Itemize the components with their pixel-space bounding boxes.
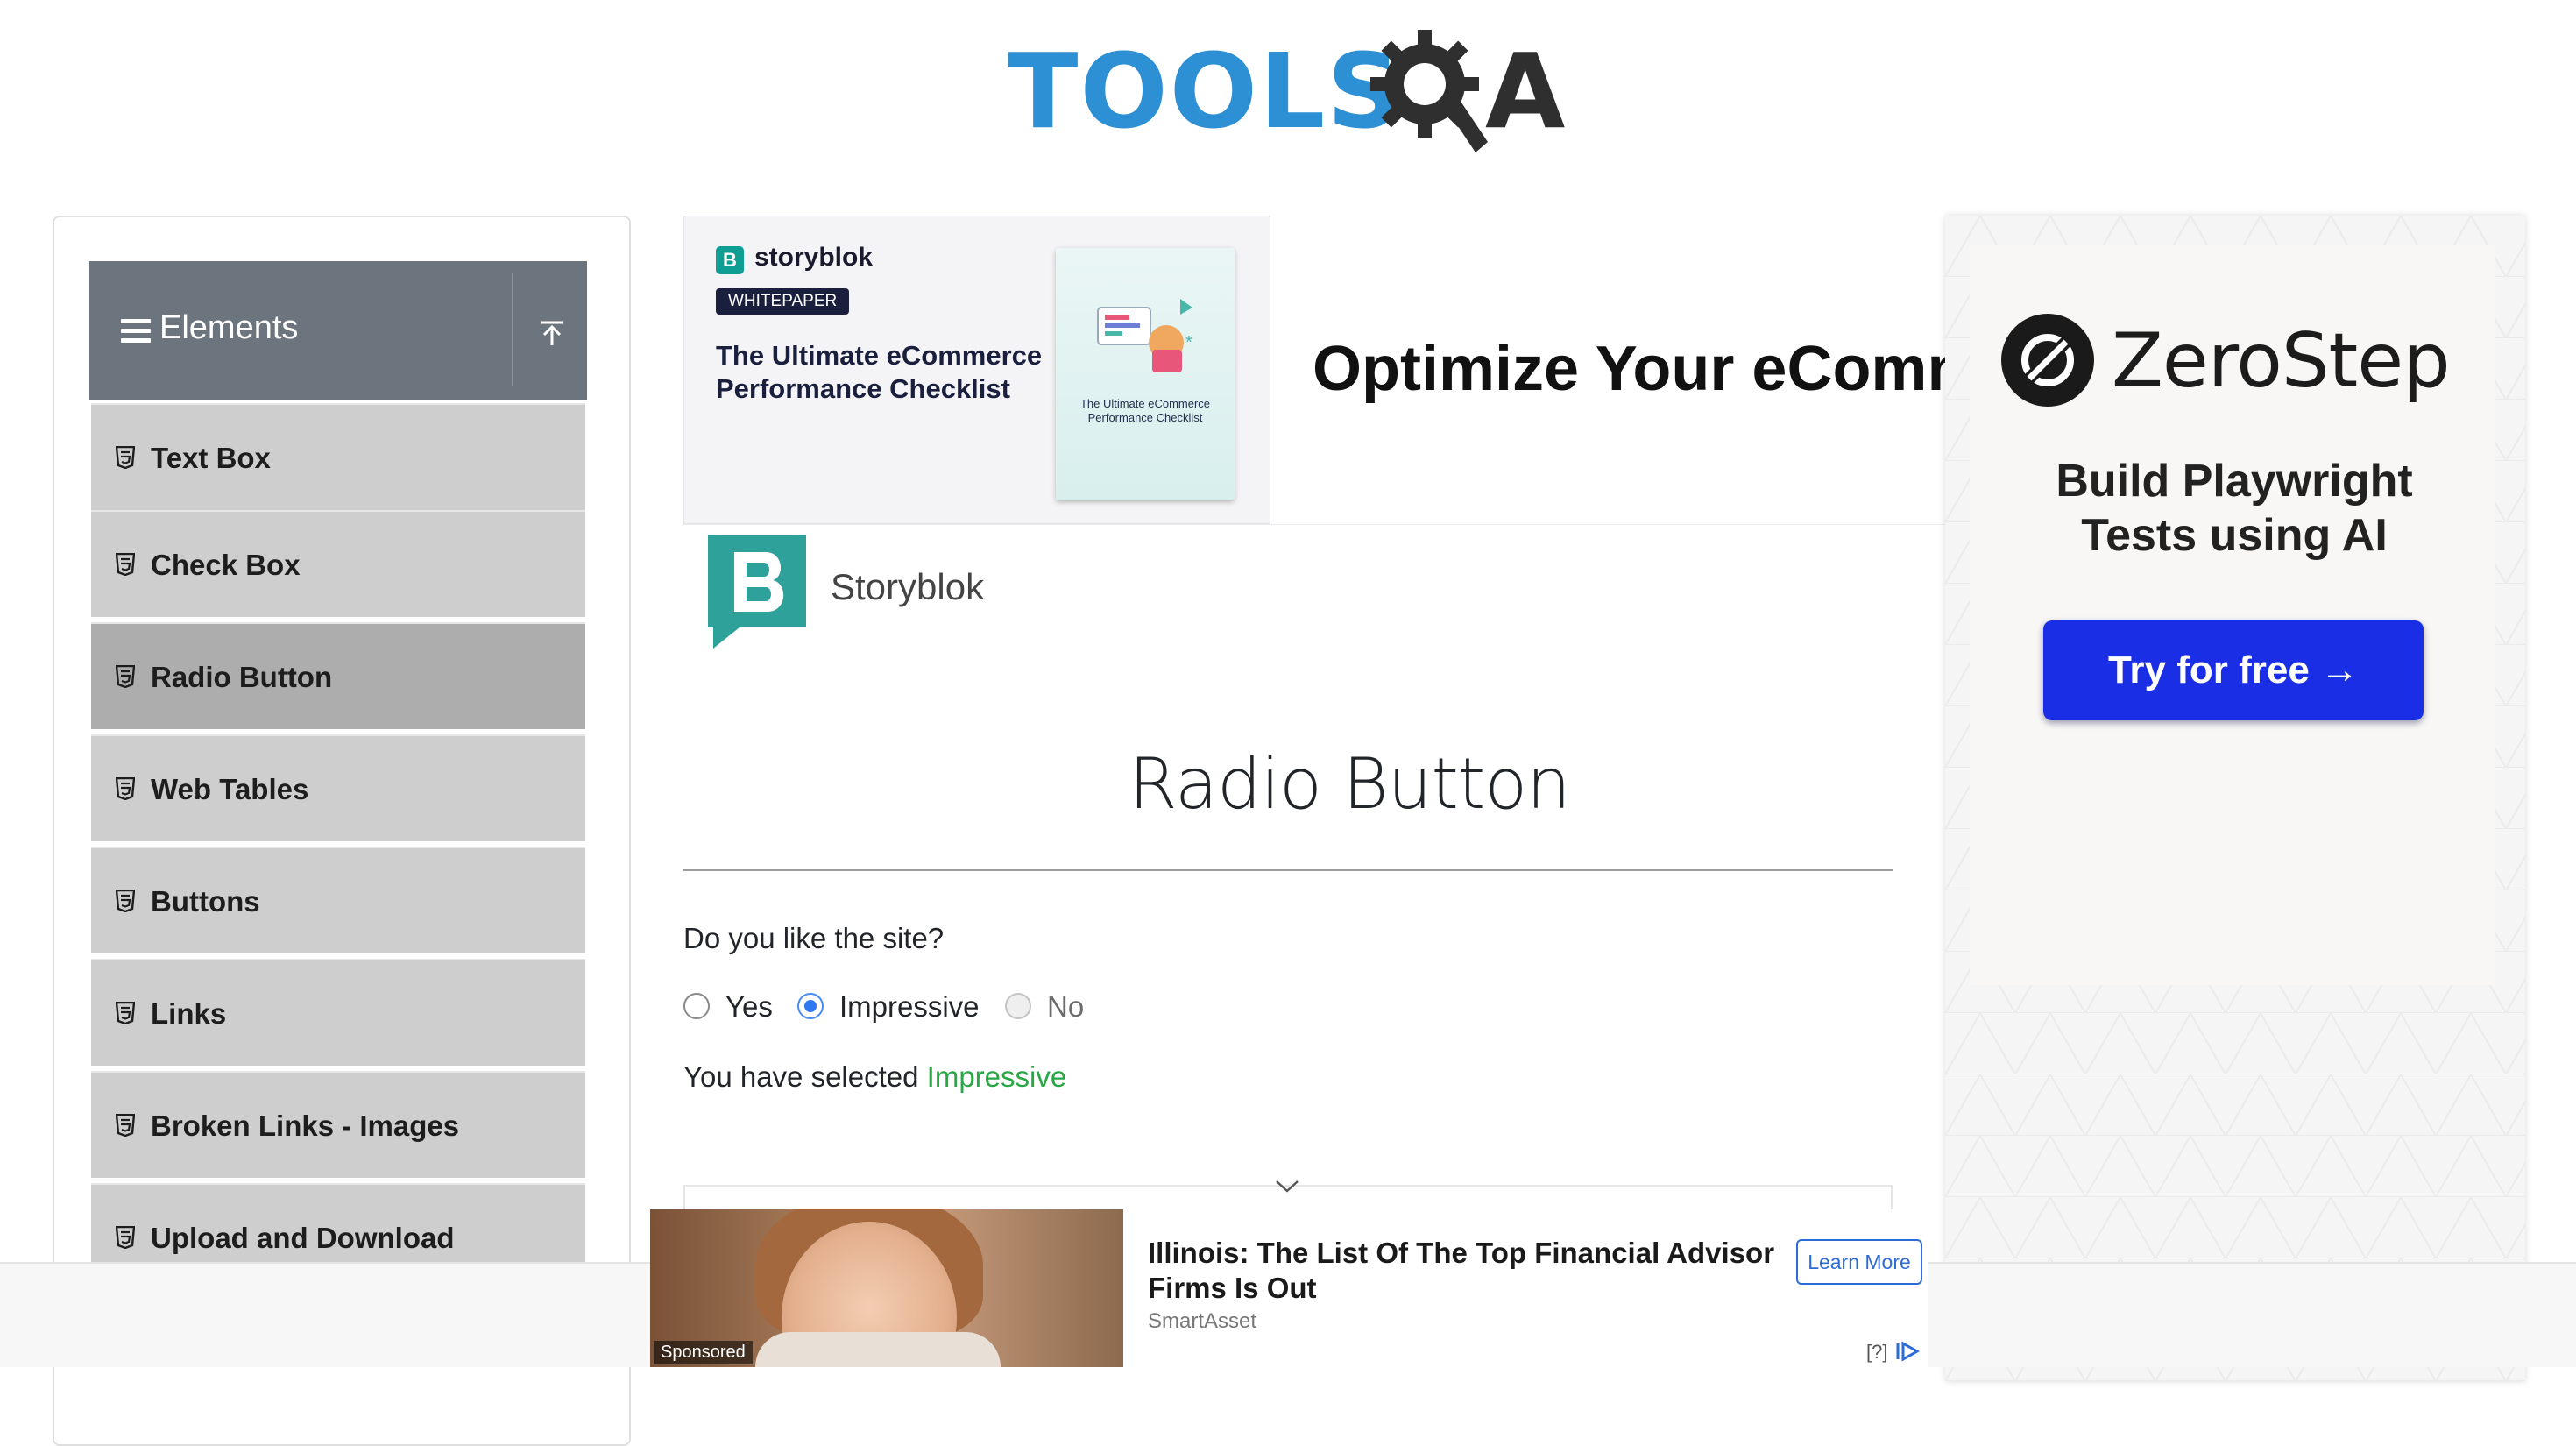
sidebar-item-web-tables[interactable]: Web Tables (91, 734, 585, 841)
html5-icon (116, 446, 135, 469)
zerostep-ad[interactable]: ZeroStep Build Playwright Tests using AI… (1945, 216, 2525, 1381)
result-prefix: You have selected (683, 1060, 927, 1093)
sponsored-source: SmartAsset (1148, 1309, 1257, 1333)
sidebar-item-buttons[interactable]: Buttons (91, 847, 585, 953)
zerostep-brand: ZeroStep (2112, 317, 2451, 405)
ecommerce-illustration-icon: * (1097, 299, 1192, 372)
logo-suffix: A (1485, 31, 1566, 152)
radio-impressive[interactable] (797, 993, 824, 1019)
storyblok-ad-card[interactable]: B storyblok WHITEPAPER The Ultimate eCom… (683, 216, 1270, 524)
html5-icon (116, 665, 135, 688)
radio-yes-label[interactable]: Yes (725, 990, 773, 1024)
toolsqa-logo[interactable]: TOOLS A (1008, 26, 1577, 167)
sidebar-group-title: Elements (159, 309, 299, 346)
chevron-down-icon[interactable] (1274, 1178, 1300, 1195)
ad-headline: The Ultimate eCommerce Performance Check… (716, 340, 1043, 404)
whitepaper-badge: WHITEPAPER (716, 288, 850, 315)
learn-more-button[interactable]: Learn More (1796, 1239, 1922, 1285)
svg-text:*: * (1185, 333, 1192, 352)
zerostep-tagline-line1: Build Playwright (2056, 456, 2413, 507)
try-for-free-button[interactable]: Try for free → (2043, 620, 2424, 720)
advertiser-name[interactable]: Storyblok (831, 566, 984, 608)
selection-result: You have selected Impressive (683, 1060, 1066, 1094)
sidebar-item-label: Buttons (151, 885, 260, 918)
sponsored-ad[interactable]: Sponsored Illinois: The List Of The Top … (650, 1209, 1928, 1367)
sidebar-item-label: Broken Links - Images (151, 1109, 460, 1142)
radio-no (1005, 993, 1031, 1019)
logo-text: TOOLS (1008, 31, 1404, 152)
storyblok-icon: B (716, 246, 744, 274)
header-divider (512, 273, 513, 386)
sidebar-item-label: Upload and Download (151, 1222, 455, 1254)
sidebar-item-check-box[interactable]: Check Box (91, 510, 585, 617)
radio-impressive-label[interactable]: Impressive (839, 990, 980, 1024)
sidebar-item-label: Check Box (151, 549, 301, 581)
sidebar-group-elements[interactable]: Elements (89, 261, 587, 400)
ad-divider (683, 524, 1945, 525)
hamburger-icon (121, 319, 151, 344)
html5-icon (116, 553, 135, 576)
zerostep-tagline-line2: Tests using AI (2081, 510, 2388, 561)
adchoices-icon[interactable] (1894, 1341, 1921, 1362)
html5-icon (116, 1002, 135, 1024)
sponsored-label: Sponsored (654, 1341, 753, 1364)
ad-tagline[interactable]: Optimize Your eComm (1313, 333, 1983, 405)
ad-brand: storyblok (754, 243, 874, 272)
radio-no-label: No (1047, 990, 1085, 1023)
gear-magnifier-icon (1370, 30, 1488, 152)
html5-icon (116, 777, 135, 800)
result-value: Impressive (926, 1060, 1067, 1093)
sidebar-item-label: Radio Button (151, 661, 333, 693)
radio-question: Do you like the site? (683, 922, 945, 954)
page-title: Radio Button (1129, 743, 1571, 825)
sidebar-item-text-box[interactable]: Text Box (91, 403, 585, 510)
sidebar-item-links[interactable]: Links (91, 959, 585, 1066)
whitepaper-cover-title: The Ultimate eCommerce Performance Check… (1079, 397, 1211, 424)
html5-icon (116, 890, 135, 912)
collapse-arrow-icon[interactable] (534, 315, 570, 351)
sidebar-item-label: Links (151, 997, 227, 1030)
storyblok-logo-icon[interactable] (708, 535, 806, 649)
sidebar-item-label: Text Box (151, 442, 271, 474)
ad-info-link[interactable]: [?] (1866, 1341, 1887, 1364)
whitepaper-cover: * The Ultimate eCommerce Performance Che… (1056, 248, 1235, 500)
title-divider (683, 869, 1893, 871)
zerostep-tagline: Build Playwright Tests using AI (1945, 454, 2523, 563)
html5-icon (116, 1114, 135, 1137)
sidebar-item-label: Web Tables (151, 773, 309, 805)
sidebar-item-radio-button[interactable]: Radio Button (91, 622, 585, 729)
sponsored-image[interactable]: Sponsored (650, 1209, 1123, 1367)
radio-yes[interactable] (683, 993, 710, 1019)
sponsored-title[interactable]: Illinois: The List Of The Top Financial … (1148, 1236, 1814, 1306)
html5-icon (116, 1226, 135, 1249)
zerostep-logo-icon (2001, 314, 2094, 407)
sidebar-item-broken-links-images[interactable]: Broken Links - Images (91, 1071, 585, 1178)
